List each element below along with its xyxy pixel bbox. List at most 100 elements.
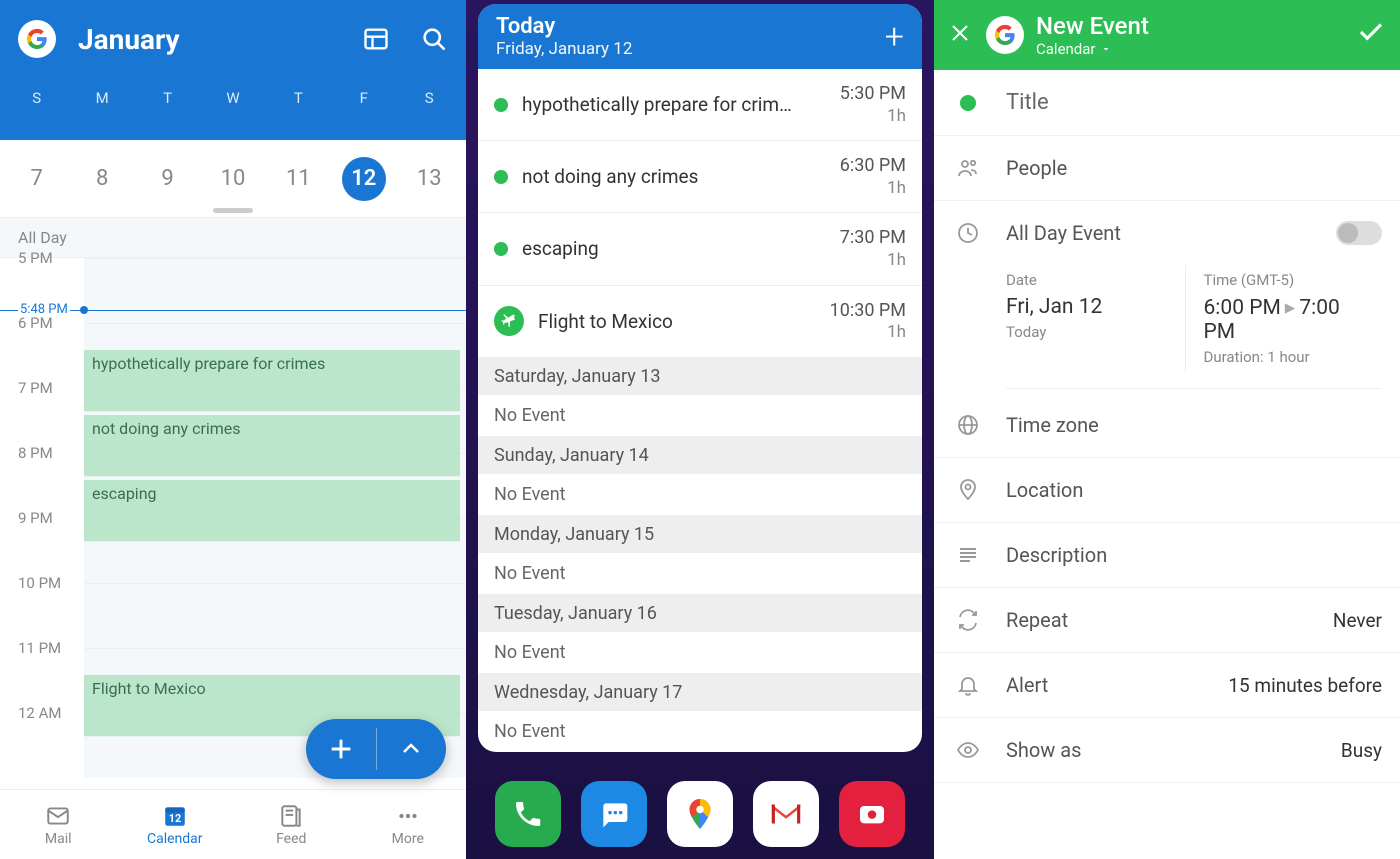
people-row[interactable]: People <box>934 136 1400 201</box>
month-title[interactable]: January <box>78 23 362 56</box>
close-icon[interactable] <box>948 19 972 52</box>
widget-header[interactable]: Today Friday, January 12 + <box>478 4 922 69</box>
date-row[interactable]: 7 8 9 10 11 12 13 <box>0 140 466 218</box>
location-row[interactable]: Location <box>934 458 1400 523</box>
no-event-label: No Event <box>478 474 922 516</box>
confirm-icon[interactable] <box>1356 17 1386 54</box>
nav-label: Calendar <box>147 831 203 847</box>
alert-row[interactable]: Alert 15 minutes before <box>934 653 1400 718</box>
agenda-list[interactable]: hypothetically prepare for crim…5:30 PM1… <box>478 69 922 752</box>
weekday: S <box>397 89 462 107</box>
header-title: New Event <box>1036 12 1149 40</box>
date-cell[interactable]: 8 <box>69 166 134 191</box>
repeat-value: Never <box>1333 609 1382 632</box>
calendar-event[interactable]: escaping <box>84 480 460 542</box>
weekday-row: S M T W T F S <box>0 78 466 118</box>
no-event-label: No Event <box>478 395 922 437</box>
eye-icon <box>952 738 984 762</box>
all-day-toggle[interactable] <box>1336 221 1382 245</box>
agenda-event-row[interactable]: not doing any crimes6:30 PM1h <box>478 141 922 213</box>
agenda-widget: Today Friday, January 12 + hypotheticall… <box>478 4 922 752</box>
chevron-down-icon <box>1100 43 1112 55</box>
alert-value: 15 minutes before <box>1228 674 1382 697</box>
agenda-section-header: Monday, January 15 <box>478 516 922 553</box>
no-event-label: No Event <box>478 553 922 595</box>
date-cell[interactable]: 9 <box>135 166 200 191</box>
new-event-screen: New Event Calendar Title People <box>934 0 1400 859</box>
time-picker[interactable]: Time (GMT-5) 6:00 PM▸7:00 PM Duration: 1… <box>1185 265 1383 372</box>
show-as-value: Busy <box>1341 739 1382 762</box>
bell-icon <box>952 673 984 697</box>
calendar-day-view: January S M T W T F S 7 8 9 10 11 12 <box>0 0 466 859</box>
nav-mail[interactable]: Mail <box>0 790 117 859</box>
event-title: hypothetically prepare for crim… <box>522 93 826 116</box>
bottom-nav: Mail 12 Calendar Feed More <box>0 789 466 859</box>
no-event-label: No Event <box>478 711 922 752</box>
weekday: T <box>135 89 200 107</box>
event-dot <box>494 242 508 256</box>
event-dot <box>494 170 508 184</box>
calendar-event[interactable]: hypothetically prepare for crimes <box>84 350 460 412</box>
weekday: M <box>69 89 134 107</box>
people-icon <box>952 156 984 180</box>
dock-maps-icon[interactable] <box>667 781 733 847</box>
agenda-section-header: Saturday, January 13 <box>478 358 922 395</box>
now-time-label: 5:48 PM <box>18 302 70 317</box>
show-as-row[interactable]: Show as Busy <box>934 718 1400 783</box>
repeat-row[interactable]: Repeat Never <box>934 588 1400 653</box>
nav-label: Mail <box>45 831 72 847</box>
timezone-row[interactable]: Time zone <box>934 393 1400 458</box>
event-title: Flight to Mexico <box>538 310 816 333</box>
hour-label: 9 PM <box>0 509 84 574</box>
description-row[interactable]: Description <box>934 523 1400 588</box>
agenda-event-row[interactable]: Flight to Mexico10:30 PM1h <box>478 286 922 358</box>
calendar-selector[interactable]: Calendar <box>1036 40 1149 58</box>
search-icon[interactable] <box>420 25 448 53</box>
drag-handle[interactable] <box>213 208 253 213</box>
calendar-header: January S M T W T F S <box>0 0 466 140</box>
flight-icon <box>494 306 524 336</box>
date-cell-selected[interactable]: 12 <box>331 157 396 201</box>
date-cell[interactable]: 7 <box>4 166 69 191</box>
nav-label: Feed <box>276 831 306 847</box>
nav-more[interactable]: More <box>350 790 467 859</box>
agenda-event-row[interactable]: escaping 7:30 PM1h <box>478 213 922 285</box>
date-cell[interactable]: 13 <box>397 166 462 191</box>
google-avatar[interactable] <box>18 20 56 58</box>
agenda-section-header: Wednesday, January 17 <box>478 674 922 711</box>
date-cell[interactable]: 11 <box>266 166 331 191</box>
date-picker[interactable]: Date Fri, Jan 12 Today <box>1006 265 1185 372</box>
hour-label: 6 PM <box>0 314 84 379</box>
dock <box>466 781 934 847</box>
google-avatar[interactable] <box>986 16 1024 54</box>
title-row[interactable]: Title <box>934 70 1400 136</box>
nav-calendar[interactable]: 12 Calendar <box>117 790 234 859</box>
nav-feed[interactable]: Feed <box>233 790 350 859</box>
date-cell[interactable]: 10 <box>200 166 265 191</box>
dock-gmail-icon[interactable] <box>753 781 819 847</box>
weekday: T <box>266 89 331 107</box>
all-day-row[interactable]: All Day Event <box>934 201 1400 265</box>
location-icon <box>952 478 984 502</box>
timeline[interactable]: All Day 5 PM6 PM7 PM8 PM9 PM10 PM11 PM12… <box>0 218 466 789</box>
date-time-block: Date Fri, Jan 12 Today Time (GMT-5) 6:00… <box>1006 265 1382 389</box>
fab-add-button[interactable] <box>306 719 376 779</box>
dock-phone-icon[interactable] <box>495 781 561 847</box>
globe-icon <box>952 413 984 437</box>
agenda-view-icon[interactable] <box>362 25 390 53</box>
event-title: not doing any crimes <box>522 165 826 188</box>
fab-expand-button[interactable] <box>377 719 447 779</box>
widget-subtitle: Friday, January 12 <box>496 39 885 59</box>
widget-title: Today <box>496 14 885 39</box>
clock-icon <box>952 221 984 245</box>
calendar-color-dot <box>960 95 976 111</box>
hour-label: 12 AM <box>0 704 84 769</box>
agenda-event-row[interactable]: hypothetically prepare for crim…5:30 PM1… <box>478 69 922 141</box>
widget-add-icon[interactable]: + <box>885 17 904 57</box>
dock-messages-icon[interactable] <box>581 781 647 847</box>
calendar-event[interactable]: not doing any crimes <box>84 415 460 477</box>
event-time: 7:30 PM1h <box>840 227 906 270</box>
dock-camera-icon[interactable] <box>839 781 905 847</box>
event-title: escaping <box>522 237 826 260</box>
title-input[interactable]: Title <box>1006 90 1382 115</box>
